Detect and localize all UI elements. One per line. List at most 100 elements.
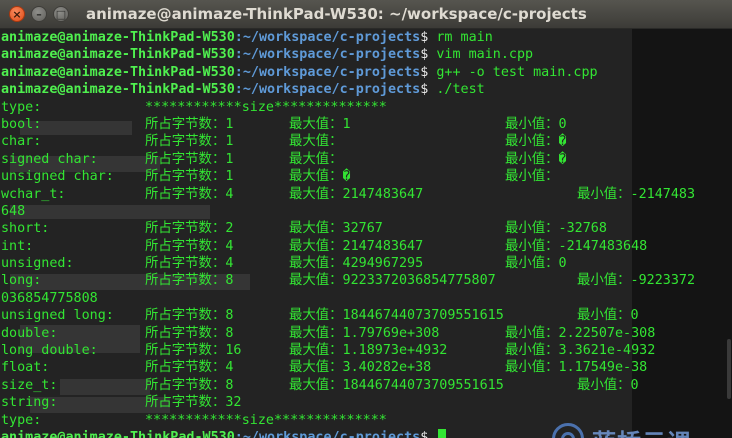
min-cell: 最小值：�: [505, 151, 567, 167]
prompt-path: :~/workspace/c-projects: [234, 64, 421, 80]
window-title: animaze@animaze-ThinkPad-W530: ~/workspa…: [86, 5, 587, 23]
type-cell: unsigned:: [1, 256, 74, 272]
prompt-symbol: $: [420, 429, 437, 438]
type-cell: char:: [1, 134, 42, 150]
max-cell: 最大值：�: [289, 169, 351, 185]
prompt-user: animaze@animaze-ThinkPad-W530: [1, 429, 235, 438]
output-row: 036854775808: [1, 290, 732, 307]
command-text: vim main.cpp: [436, 47, 534, 63]
type-cell: 036854775808: [1, 290, 98, 306]
max-cell: 最大值：: [289, 134, 343, 150]
min-cell: 最小值：0: [505, 256, 567, 272]
type-cell: wchar_t:: [1, 186, 66, 202]
minimize-window-button[interactable]: –: [31, 6, 47, 22]
command-text: g++ -o test main.cpp: [436, 64, 598, 80]
max-cell: 最大值：1.18973e+4932: [289, 343, 448, 359]
type-cell: size_t:: [1, 377, 58, 393]
terminal-area[interactable]: animaze@animaze-ThinkPad-W530:~/workspac…: [0, 29, 732, 438]
output-row: unsigned: 所占字节数：4 最大值：4294967295 最小值：0: [1, 255, 732, 272]
bytes-cell: 所占字节数：1: [145, 134, 234, 150]
footer-type: type:: [1, 412, 42, 428]
max-cell: 最大值：3.40282e+38: [289, 360, 432, 376]
output-row: long: 所占字节数：8 最大值：9223372036854775807 最小值：-…: [1, 272, 732, 289]
close-window-button[interactable]: ×: [9, 6, 25, 22]
output-row: int: 所占字节数：4 最大值：2147483647 最小值：-2147483648: [1, 238, 732, 255]
maximize-window-button[interactable]: □: [53, 6, 69, 22]
output-row: signed char: 所占字节数：1 最大值： 最小值：�: [1, 151, 732, 168]
prompt-path: :~/workspace/c-projects: [234, 47, 421, 63]
output-row: long double: 所占字节数：16 最大值：1.18973e+4932 最小值…: [1, 342, 732, 359]
output-row: 648: [1, 203, 732, 220]
max-cell: 最大值：1: [289, 116, 351, 132]
output-header: type: ************size**************: [1, 99, 732, 116]
bytes-cell: 所占字节数：16: [145, 343, 242, 359]
header-size: ************size**************: [145, 99, 387, 115]
prompt-symbol: $: [420, 47, 437, 63]
max-cell: 最大值：32767: [289, 221, 383, 237]
command-line-3: animaze@animaze-ThinkPad-W530:~/workspac…: [1, 64, 732, 81]
terminal-output: animaze@animaze-ThinkPad-W530:~/workspac…: [1, 29, 732, 438]
min-cell: 最小值：: [505, 169, 559, 185]
watermark-text: 蓝桥云课: [592, 423, 692, 438]
max-cell: 最大值：4294967295: [289, 256, 424, 272]
max-cell: 最大值：18446744073709551615: [289, 308, 504, 324]
command-text: ./test: [436, 82, 485, 98]
bytes-cell: 所占字节数：8: [145, 377, 234, 393]
bytes-cell: 所占字节数：4: [145, 256, 234, 272]
bytes-cell: 所占字节数：32: [145, 395, 242, 411]
prompt-user: animaze@animaze-ThinkPad-W530: [1, 82, 235, 98]
min-cell: 最小值：3.3621e-4932: [505, 343, 656, 359]
min-cell: 最小值：-9223372: [577, 273, 696, 289]
type-cell: long double:: [1, 343, 98, 359]
output-row: double: 所占字节数：8 最大值：1.79769e+308 最小值：2.2250…: [1, 325, 732, 342]
bytes-cell: 所占字节数：4: [145, 186, 234, 202]
min-cell: 最小值：-2147483648: [505, 238, 648, 254]
bytes-cell: 所占字节数：2: [145, 221, 234, 237]
min-cell: 最小值：-32768: [505, 221, 607, 237]
min-cell: 最小值：1.17549e-38: [505, 360, 648, 376]
type-cell: string:: [1, 395, 58, 411]
prompt-user: animaze@animaze-ThinkPad-W530: [1, 47, 235, 63]
bytes-cell: 所占字节数：1: [145, 116, 234, 132]
min-cell: 最小值：0: [505, 116, 567, 132]
prompt-symbol: $: [420, 30, 437, 45]
max-cell: 最大值：18446744073709551615: [289, 377, 504, 393]
min-cell: 最小值：�: [505, 134, 567, 150]
max-cell: 最大值：: [289, 151, 343, 167]
type-cell: unsigned char:: [1, 169, 114, 185]
bytes-cell: 所占字节数：8: [145, 325, 234, 341]
prompt-path: :~/workspace/c-projects: [234, 429, 421, 438]
type-cell: long:: [1, 273, 42, 289]
prompt-user: animaze@animaze-ThinkPad-W530: [1, 64, 235, 80]
command-text: rm main: [436, 30, 493, 45]
output-row: bool: 所占字节数：1 最大值：1 最小值：0: [1, 116, 732, 133]
text-cursor: [438, 428, 447, 438]
max-cell: 最大值：2147483647: [289, 186, 424, 202]
output-row: float: 所占字节数：4 最大值：3.40282e+38 最小值：1.17549e…: [1, 359, 732, 376]
output-row: short: 所占字节数：2 最大值：32767 最小值：-32768: [1, 220, 732, 237]
output-row: unsigned long: 所占字节数：8 最大值：184467440737095…: [1, 307, 732, 324]
prompt-symbol: $: [420, 82, 437, 98]
type-cell: bool:: [1, 116, 42, 132]
min-cell: 最小值：0: [577, 377, 639, 393]
prompt-symbol: $: [420, 64, 437, 80]
type-cell: signed char:: [1, 151, 98, 167]
min-cell: 最小值：-2147483: [577, 186, 696, 202]
min-cell: 最小值：0: [577, 308, 639, 324]
bytes-cell: 所占字节数：4: [145, 360, 234, 376]
max-cell: 最大值：2147483647: [289, 238, 424, 254]
output-rows: bool: 所占字节数：1 最大值：1 最小值：0 char: 所占字节数：1 最大值： 最小…: [1, 116, 732, 412]
bytes-cell: 所占字节数：4: [145, 238, 234, 254]
type-cell: 648: [1, 203, 26, 219]
type-cell: short:: [1, 221, 50, 237]
type-cell: double:: [1, 325, 58, 341]
header-type: type:: [1, 99, 42, 115]
bytes-cell: 所占字节数：1: [145, 169, 234, 185]
footer-size: ************size**************: [145, 412, 387, 428]
type-cell: float:: [1, 360, 50, 376]
prompt-user: animaze@animaze-ThinkPad-W530: [1, 30, 235, 45]
type-cell: int:: [1, 238, 34, 254]
max-cell: 最大值：1.79769e+308: [289, 325, 440, 341]
output-row: unsigned char: 所占字节数：1 最大值：� 最小值：: [1, 168, 732, 185]
bytes-cell: 所占字节数：1: [145, 151, 234, 167]
